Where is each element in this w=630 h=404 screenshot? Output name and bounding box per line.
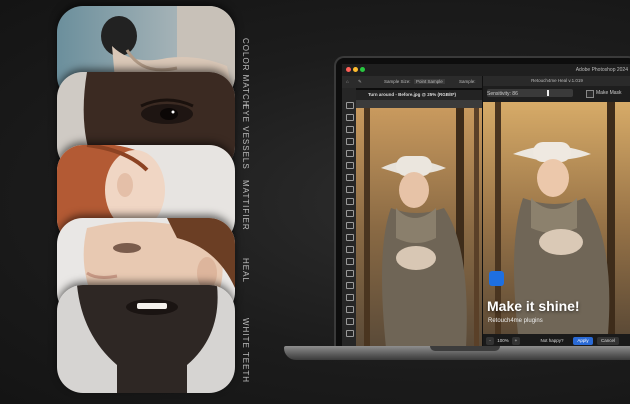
zoom-in-button[interactable]: + xyxy=(512,337,520,345)
eyedropper-tool-icon[interactable] xyxy=(346,162,354,169)
retouch4me-plugin-window: Retouch4me Heal v.1.019 Sensitivity: 86 … xyxy=(482,76,630,348)
dodge-tool-icon[interactable] xyxy=(346,258,354,265)
white-teeth-photo xyxy=(57,285,235,393)
laptop-screen: Adobe Photoshop 2024 ⌂ ✎ Sample Size: Po… xyxy=(334,56,630,348)
hand-tool-icon[interactable] xyxy=(346,318,354,325)
document-tab[interactable]: Turn around - Before.jpg @ 25% (RGB/8*) xyxy=(356,90,483,100)
home-icon[interactable]: ⌂ xyxy=(346,79,349,84)
sensitivity-label: Sensitivity: 86 xyxy=(487,91,518,97)
sensitivity-slider-handle[interactable] xyxy=(547,90,549,96)
frame-tool-icon[interactable] xyxy=(346,150,354,157)
retouch-feature-stack: COLOR MATCH EYE VESSELS MATTIFIER HEAL W… xyxy=(0,0,260,404)
history-brush-icon[interactable] xyxy=(346,210,354,217)
zoom-out-button[interactable]: - xyxy=(486,337,494,345)
zoom-tool-icon[interactable] xyxy=(346,330,354,337)
sample-size-label: Sample Size: xyxy=(384,79,411,84)
zoom-level: 100% xyxy=(497,338,509,343)
app-title: Adobe Photoshop 2024 xyxy=(575,67,628,73)
apply-button[interactable]: Apply xyxy=(573,337,593,345)
minimize-window-icon[interactable] xyxy=(353,67,358,72)
gradient-tool-icon[interactable] xyxy=(346,234,354,241)
photoshop-titlebar: Adobe Photoshop 2024 xyxy=(342,64,630,76)
not-happy-link[interactable]: Not happy? xyxy=(537,337,567,345)
label-wrap-color-match: COLOR MATCH xyxy=(232,38,250,108)
lasso-tool-icon[interactable] xyxy=(346,126,354,133)
label-wrap-white-teeth: WHITE TEETH xyxy=(232,318,250,383)
maximize-window-icon[interactable] xyxy=(360,67,365,72)
document-canvas[interactable] xyxy=(356,100,486,348)
retouch4me-plugins-subtitle: Retouch4me plugins xyxy=(488,318,543,324)
before-photo xyxy=(356,108,486,348)
close-window-icon[interactable] xyxy=(346,67,351,72)
label-wrap-mattifier: MATTIFIER xyxy=(232,180,250,231)
card-label-white-teeth: WHITE TEETH xyxy=(241,318,250,384)
card-label-color-match: COLOR MATCH xyxy=(241,38,250,108)
stamp-tool-icon[interactable] xyxy=(346,198,354,205)
type-tool-icon[interactable] xyxy=(346,282,354,289)
tools-panel xyxy=(342,88,356,348)
pen-tool-icon[interactable] xyxy=(346,270,354,277)
healing-tool-icon[interactable] xyxy=(346,174,354,181)
card-label-mattifier: MATTIFIER xyxy=(241,180,250,231)
headline-make-it-shine: Make it shine! xyxy=(487,298,580,314)
label-wrap-eye-vessels: EYE VESSELS xyxy=(232,104,250,170)
make-mask-label: Make Mask xyxy=(596,90,622,96)
eraser-tool-icon[interactable] xyxy=(346,222,354,229)
label-wrap-heal: HEAL xyxy=(232,258,250,288)
make-mask-checkbox[interactable] xyxy=(586,90,594,98)
crop-tool-icon[interactable] xyxy=(346,138,354,145)
move-tool-icon[interactable] xyxy=(346,102,354,109)
retouch4me-logo-icon xyxy=(489,271,504,286)
sample-size-select[interactable]: Point Sample xyxy=(414,79,445,84)
card-white-teeth xyxy=(57,285,235,393)
card-label-eye-vessels: EYE VESSELS xyxy=(241,104,250,170)
plugin-title: Retouch4me Heal v.1.019 xyxy=(483,76,630,86)
sample-label: Sample: xyxy=(459,79,476,84)
blur-tool-icon[interactable] xyxy=(346,246,354,253)
path-select-icon[interactable] xyxy=(346,294,354,301)
cancel-button[interactable]: Cancel xyxy=(597,337,619,345)
eyedropper-icon[interactable]: ✎ xyxy=(358,79,362,85)
card-label-heal: HEAL xyxy=(241,258,250,283)
shape-tool-icon[interactable] xyxy=(346,306,354,313)
brush-tool-icon[interactable] xyxy=(346,186,354,193)
marquee-tool-icon[interactable] xyxy=(346,114,354,121)
laptop-notch xyxy=(430,346,500,351)
